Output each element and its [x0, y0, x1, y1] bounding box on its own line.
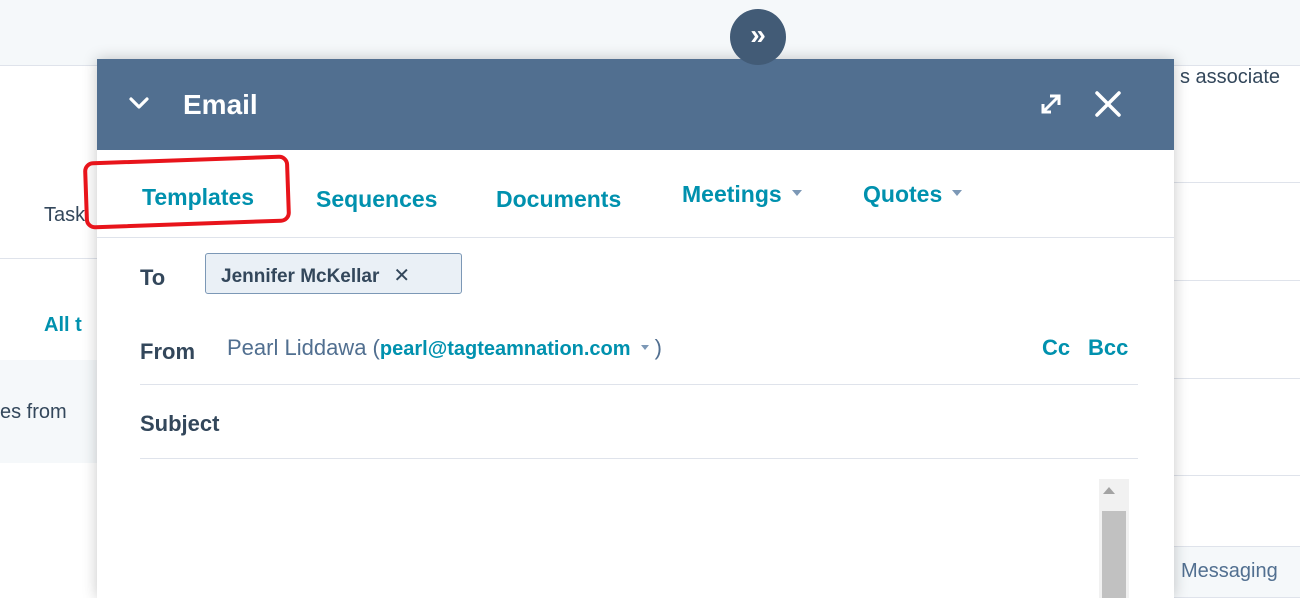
background-associated-text: s associate — [1180, 66, 1281, 88]
quotes-label: Quotes — [863, 181, 943, 207]
background-divider — [0, 258, 97, 259]
expand-icon[interactable] — [1035, 88, 1067, 120]
dialog-title: Email — [183, 89, 258, 120]
from-selector[interactable]: Pearl Liddawa (pearl@tagteamnation.com) — [227, 335, 662, 361]
documents-button[interactable]: Documents — [496, 186, 621, 213]
from-label: From — [140, 339, 195, 364]
scroll-up-arrow-icon[interactable] — [1103, 487, 1115, 494]
to-label: To — [140, 265, 166, 290]
email-body-editor[interactable] — [140, 471, 1095, 598]
divider — [140, 384, 1138, 385]
subject-label: Subject — [140, 411, 220, 436]
meetings-dropdown[interactable]: Meetings — [682, 181, 802, 208]
caret-down-icon — [952, 189, 963, 196]
email-dialog: Email Templates Sequences Documents Meet… — [97, 59, 1174, 598]
background-from-text: es from — [0, 401, 67, 423]
background-top-band — [0, 0, 1300, 66]
quotes-dropdown[interactable]: Quotes — [863, 181, 963, 208]
background-divider — [1174, 475, 1300, 476]
divider — [140, 458, 1138, 459]
close-icon[interactable] — [1092, 88, 1124, 120]
sender-email: pearl@tagteamnation.com — [379, 338, 631, 360]
background-divider — [1174, 378, 1300, 379]
recipient-name: Jennifer McKellar — [221, 266, 380, 287]
meetings-label: Meetings — [682, 181, 782, 207]
caret-down-icon — [640, 344, 649, 350]
recipient-chip[interactable]: Jennifer McKellar ✕ — [205, 253, 462, 294]
cc-button[interactable]: Cc — [1042, 335, 1070, 361]
remove-recipient-icon[interactable]: ✕ — [393, 265, 410, 287]
bcc-button[interactable]: Bcc — [1088, 335, 1128, 361]
background-divider — [1174, 182, 1300, 183]
chevron-down-icon[interactable] — [127, 94, 151, 114]
caret-down-icon — [791, 189, 802, 196]
dialog-header: Email — [97, 59, 1174, 150]
background-task-label: Task — [44, 204, 86, 226]
subject-input[interactable] — [247, 404, 1127, 444]
sender-name: Pearl Liddawa — [227, 335, 367, 360]
scrollbar-thumb[interactable] — [1102, 511, 1126, 598]
sender-paren-open: ( — [366, 335, 380, 360]
background-divider — [1174, 280, 1300, 281]
messaging-tab[interactable]: Messaging — [1165, 546, 1300, 598]
annotation-highlight — [82, 154, 292, 230]
expand-sidebar-button[interactable]: » — [730, 9, 786, 65]
sequences-button[interactable]: Sequences — [316, 186, 437, 213]
background-all-tasks-link[interactable]: All t — [44, 314, 82, 337]
sender-paren-close: ) — [654, 335, 662, 360]
